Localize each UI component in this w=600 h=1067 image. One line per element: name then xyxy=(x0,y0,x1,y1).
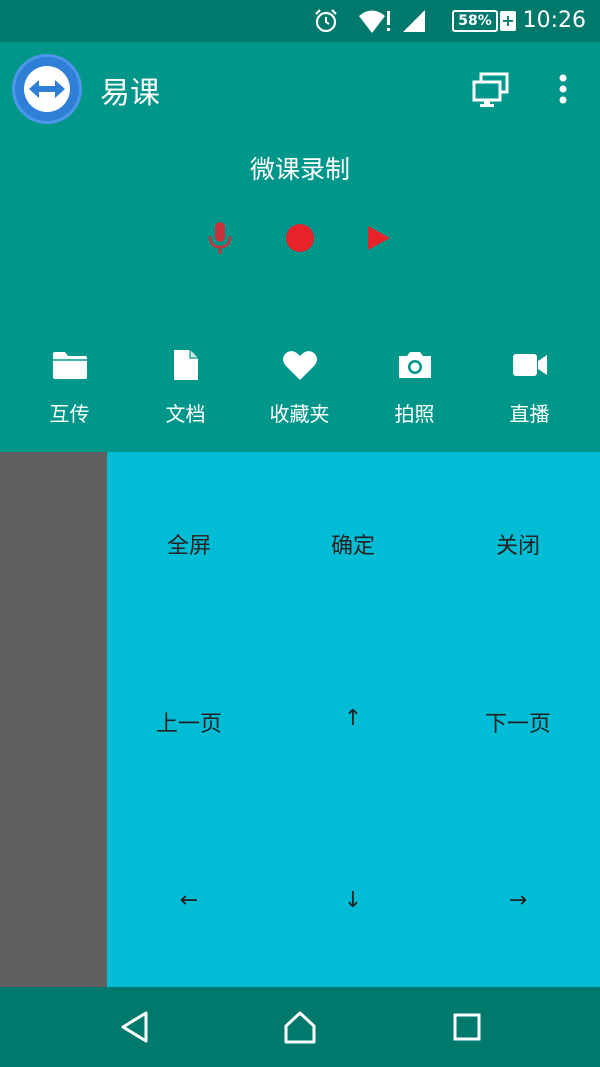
quick-action-label: 收藏夹 xyxy=(269,402,330,426)
confirm-button[interactable]: 确定 xyxy=(271,528,435,560)
screen-devices-button[interactable] xyxy=(470,70,512,110)
record-button[interactable] xyxy=(280,220,320,256)
document-icon xyxy=(128,340,243,390)
double-arrow-icon xyxy=(24,66,70,112)
heart-icon xyxy=(242,340,357,390)
status-bar: 58% + 10:26 xyxy=(0,0,600,42)
wifi-icon xyxy=(356,0,392,42)
signal-icon xyxy=(400,0,428,42)
quick-action-camera[interactable]: 拍照 xyxy=(357,340,472,450)
up-arrow-button[interactable]: ↑ xyxy=(271,706,435,731)
left-arrow-button[interactable]: ← xyxy=(107,888,271,913)
prev-page-button[interactable]: 上一页 xyxy=(107,706,271,738)
remote-control-panel: 全屏 确定 关闭 上一页 ↑ 下一页 ← ↓ → xyxy=(107,452,600,987)
more-options-icon[interactable] xyxy=(548,70,578,110)
quick-action-favorites[interactable]: 收藏夹 xyxy=(242,340,357,450)
right-arrow-button[interactable]: → xyxy=(436,888,600,913)
back-icon[interactable] xyxy=(105,999,165,1055)
quick-action-document[interactable]: 文档 xyxy=(128,340,243,450)
close-button[interactable]: 关闭 xyxy=(436,528,600,560)
quick-action-live[interactable]: 直播 xyxy=(472,340,587,450)
side-drawer-edge[interactable] xyxy=(0,452,107,987)
quick-action-transfer[interactable]: 互传 xyxy=(12,340,127,450)
home-icon[interactable] xyxy=(270,999,330,1055)
video-icon xyxy=(472,340,587,390)
battery-level: 58% xyxy=(452,10,498,32)
quick-action-label: 拍照 xyxy=(394,402,435,426)
down-arrow-button[interactable]: ↓ xyxy=(271,888,435,913)
record-title: 微课录制 xyxy=(249,155,350,184)
alarm-icon xyxy=(312,0,340,42)
folder-icon xyxy=(12,340,127,390)
recent-apps-icon[interactable] xyxy=(437,999,497,1055)
camera-icon xyxy=(357,340,472,390)
next-page-button[interactable]: 下一页 xyxy=(436,706,600,738)
quick-action-label: 互传 xyxy=(49,402,90,426)
play-button[interactable] xyxy=(358,220,398,256)
app-bar: 易课 xyxy=(0,42,600,138)
quick-action-label: 文档 xyxy=(165,402,206,426)
quick-actions-bar: 互传 文档 收藏夹 拍照 直播 xyxy=(0,340,600,450)
fullscreen-button[interactable]: 全屏 xyxy=(107,528,271,560)
charging-icon: + xyxy=(500,11,516,31)
clock: 10:26 xyxy=(522,8,586,33)
app-logo xyxy=(12,54,82,124)
quick-action-label: 直播 xyxy=(509,402,550,426)
app-title: 易课 xyxy=(100,76,160,111)
microphone-button[interactable] xyxy=(200,220,240,256)
battery-icon: 58% + xyxy=(452,0,516,42)
navigation-bar xyxy=(0,987,600,1067)
